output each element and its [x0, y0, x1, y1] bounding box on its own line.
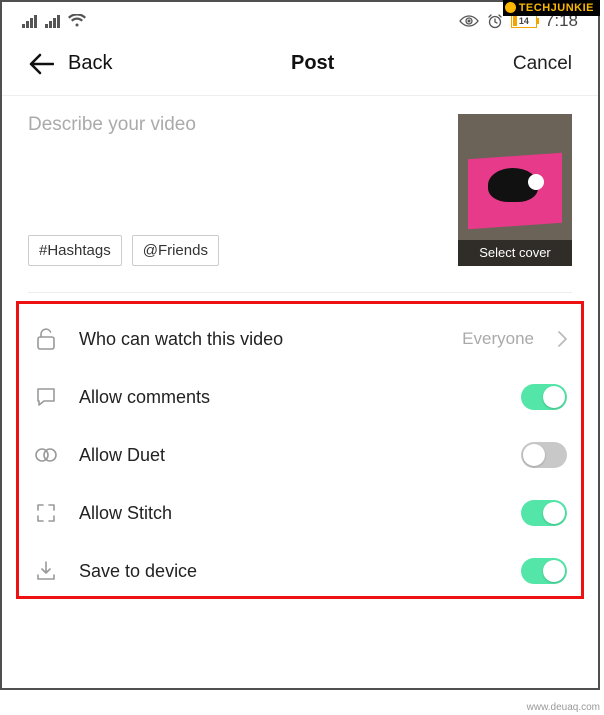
comments-row: Allow comments [29, 368, 571, 426]
signal-icon [22, 15, 37, 28]
stitch-label: Allow Stitch [79, 503, 501, 524]
duet-icon [33, 442, 59, 468]
chevron-right-icon [558, 331, 567, 347]
save-row: Save to device [29, 542, 571, 594]
alarm-icon [487, 13, 503, 29]
back-label: Back [68, 52, 112, 75]
duet-label: Allow Duet [79, 445, 501, 466]
divider [28, 292, 572, 293]
download-icon [33, 558, 59, 584]
privacy-value: Everyone [462, 329, 534, 349]
arrow-left-icon [28, 53, 54, 75]
save-toggle[interactable] [521, 558, 567, 584]
settings-highlight-box: Who can watch this video Everyone Allow … [16, 301, 584, 599]
privacy-row[interactable]: Who can watch this video Everyone [29, 310, 571, 368]
watermark-site: www.deuaq.com [527, 702, 600, 713]
signal-icon-2 [45, 15, 60, 28]
wifi-icon [68, 14, 86, 28]
privacy-label: Who can watch this video [79, 329, 442, 350]
stitch-icon [33, 500, 59, 526]
duet-toggle[interactable] [521, 442, 567, 468]
stitch-toggle[interactable] [521, 500, 567, 526]
duet-row: Allow Duet [29, 426, 571, 484]
caption-input[interactable]: Describe your video [28, 114, 442, 136]
compose-area: Describe your video #Hashtags @Friends S… [2, 96, 598, 276]
nav-bar: Back Post Cancel [2, 30, 598, 95]
thumbnail-subject [488, 168, 538, 202]
watermark-brand: TECHJUNKIE [503, 0, 600, 16]
comment-icon [33, 384, 59, 410]
unlock-icon [33, 326, 59, 352]
video-thumbnail[interactable]: Select cover [458, 114, 572, 266]
comments-label: Allow comments [79, 387, 501, 408]
hashtags-button[interactable]: #Hashtags [28, 235, 122, 266]
stitch-row: Allow Stitch [29, 484, 571, 542]
select-cover-label: Select cover [458, 240, 572, 266]
eye-icon [459, 14, 479, 28]
page-title: Post [291, 52, 334, 75]
comments-toggle[interactable] [521, 384, 567, 410]
save-label: Save to device [79, 561, 501, 582]
back-button[interactable]: Back [28, 52, 112, 75]
cancel-button[interactable]: Cancel [513, 53, 572, 75]
friends-button[interactable]: @Friends [132, 235, 219, 266]
battery-icon: 14 [511, 14, 537, 28]
